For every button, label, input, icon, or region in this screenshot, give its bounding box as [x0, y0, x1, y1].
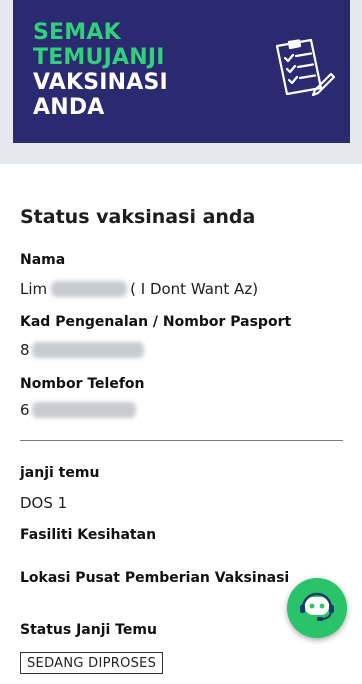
status-badge: SEDANG DIPROSES — [20, 652, 164, 674]
chatbot-icon — [300, 592, 334, 621]
location-label: Lokasi Pusat Pemberian Vaksinasi — [20, 570, 290, 586]
banner-title-line4: ANDA — [33, 95, 105, 120]
banner-title-line3: VAKSINASI — [33, 70, 168, 95]
id-value: 8 — [20, 341, 144, 359]
dose-value: DOS 1 — [20, 494, 68, 512]
id-label: Kad Pengenalan / Nombor Pasport — [20, 314, 292, 330]
phone-label: Nombor Telefon — [20, 376, 145, 392]
redacted-phone — [31, 402, 136, 418]
name-label: Nama — [20, 252, 66, 268]
clipboard-checklist-icon — [275, 38, 335, 97]
banner-title-line1: SEMAK — [33, 20, 121, 45]
status-heading: Status vaksinasi anda — [20, 206, 256, 228]
header-banner: SEMAK TEMUJANJI VAKSINASI ANDA — [13, 0, 350, 143]
redacted-id — [31, 342, 144, 358]
divider — [20, 440, 343, 441]
banner-title: SEMAK TEMUJANJI VAKSINASI ANDA — [33, 20, 168, 120]
phone-value-prefix: 6 — [20, 401, 30, 419]
chat-button[interactable] — [287, 578, 347, 638]
status-label: Status Janji Temu — [20, 622, 157, 638]
banner-title-line2: TEMUJANJI — [33, 45, 165, 70]
name-value: Lim ( I Dont Want Az) — [20, 280, 258, 298]
name-suffix: ( I Dont Want Az) — [130, 280, 259, 298]
name-prefix: Lim — [20, 280, 48, 298]
id-value-prefix: 8 — [20, 341, 30, 359]
facility-label: Fasiliti Kesihatan — [20, 527, 157, 543]
appointment-label: janji temu — [20, 465, 100, 481]
redacted-name — [51, 281, 128, 297]
phone-value: 6 — [20, 401, 136, 419]
